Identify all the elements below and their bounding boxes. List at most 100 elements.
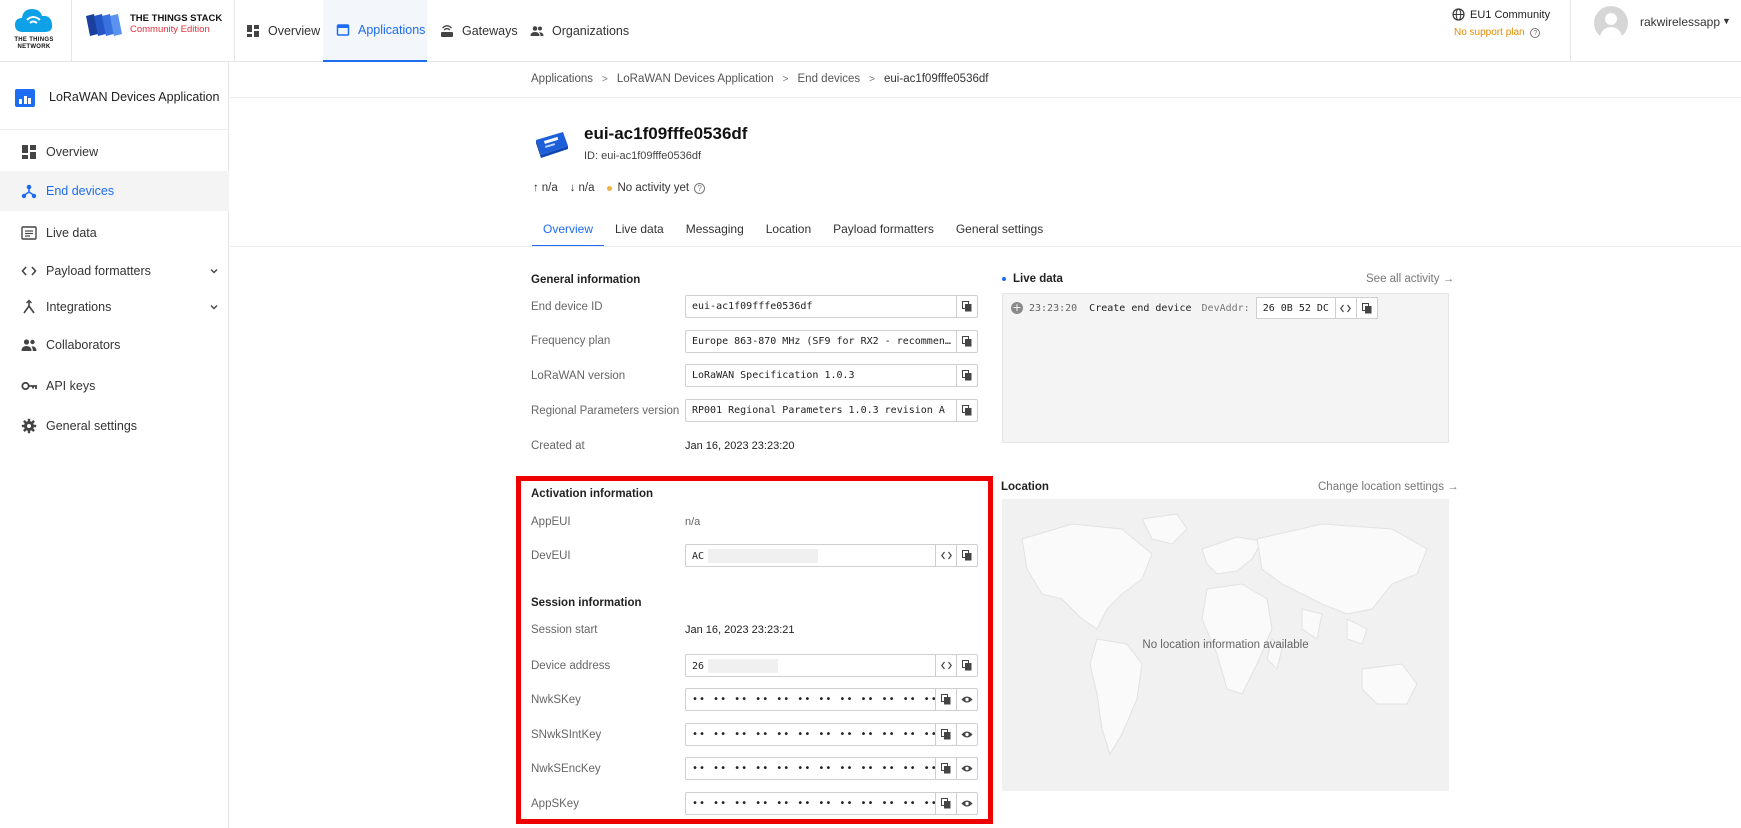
show-value-button[interactable]	[956, 758, 977, 779]
sidebar-item-payload-formatters[interactable]: Payload formatters	[0, 251, 229, 291]
location-title: Location	[1001, 481, 1049, 493]
stack-mark-icon	[86, 14, 122, 36]
tab-overview[interactable]: Overview	[532, 215, 605, 247]
copy-button[interactable]	[956, 365, 977, 386]
divider	[234, 0, 235, 62]
top-bar: THE THINGS NETWORK THE THINGS STACK Commu…	[0, 0, 1741, 62]
device-address-field[interactable]: 26	[685, 654, 978, 677]
session-start-value: Jan 16, 2023 23:23:21	[685, 624, 795, 636]
copy-button[interactable]	[956, 655, 977, 676]
topnav-organizations[interactable]: Organizations	[530, 0, 629, 62]
topnav-gateways-label: Gateways	[462, 24, 518, 38]
deveui-value-wrap: AC	[686, 548, 935, 563]
toggle-format-button[interactable]	[935, 545, 956, 566]
show-value-button[interactable]	[956, 793, 977, 814]
people-icon	[21, 339, 37, 351]
nwksenckey-field[interactable]: •• •• •• •• •• •• •• •• •• •• •• •• •• •…	[685, 757, 978, 780]
sidebar-item-end-devices[interactable]: End devices	[0, 171, 229, 211]
regional-params-value: RP001 Regional Parameters 1.0.3 revision…	[692, 405, 945, 416]
copy-icon	[941, 798, 951, 809]
show-value-button[interactable]	[956, 724, 977, 745]
copy-button[interactable]	[1355, 298, 1377, 318]
lorawan-version-field[interactable]: LoRaWAN Specification 1.0.3	[685, 364, 978, 387]
username[interactable]: rakwirelessapp	[1640, 15, 1720, 29]
status-dot	[606, 185, 612, 191]
support-plan-label: No support plan	[1454, 27, 1525, 38]
chevron-down-icon[interactable]	[209, 266, 219, 276]
devaddr-field[interactable]: 26 0B 52 DC	[1255, 297, 1378, 319]
copy-button[interactable]	[935, 724, 956, 745]
stack-logo[interactable]: THE THINGS STACK Community Edition	[86, 10, 226, 40]
snwksintkey-field[interactable]: •• •• •• •• •• •• •• •• •• •• •• •• •• •…	[685, 723, 978, 746]
sidebar-item-collaborators[interactable]: Collaborators	[0, 325, 229, 365]
device-address-label: Device address	[531, 660, 611, 672]
device-stats: ↑ n/a ↓ n/a No activity yet ?	[533, 182, 706, 194]
sidebar-item-overview[interactable]: Overview	[0, 132, 229, 172]
copy-button[interactable]	[956, 400, 977, 421]
appskey-value: •• •• •• •• •• •• •• •• •• •• •• •• •• •…	[692, 798, 935, 809]
ttn-logo[interactable]: THE THINGS NETWORK	[10, 4, 58, 54]
location-map[interactable]: No location information available	[1002, 499, 1449, 791]
downlink-count: n/a	[578, 182, 595, 194]
dashboard-icon	[247, 25, 259, 37]
created-at-label: Created at	[531, 440, 585, 452]
sidebar-item-live-data[interactable]: Live data	[0, 213, 229, 253]
topnav-overview-label: Overview	[268, 24, 321, 38]
sidebar-item-general-settings[interactable]: General settings	[0, 406, 229, 446]
end-device-id-field[interactable]: eui-ac1f09fffe0536df	[685, 295, 978, 318]
code-icon	[1340, 304, 1352, 312]
cloud-icon	[15, 9, 53, 32]
dashboard-icon	[22, 145, 36, 159]
nwkskey-label: NwkSKey	[531, 694, 581, 706]
deveui-field[interactable]: AC	[685, 544, 978, 567]
toggle-format-button[interactable]	[1334, 298, 1356, 318]
copy-button[interactable]	[935, 758, 956, 779]
show-value-button[interactable]	[956, 689, 977, 710]
sidebar-item-api-keys[interactable]: API keys	[0, 366, 229, 406]
help-icon[interactable]: ?	[694, 182, 706, 194]
divider	[71, 0, 72, 62]
frequency-plan-field[interactable]: Europe 863-870 MHz (SF9 for RX2 - recomm…	[685, 330, 978, 353]
copy-button[interactable]	[956, 331, 977, 352]
tab-live-data[interactable]: Live data	[604, 215, 675, 247]
breadcrumb-end-devices[interactable]: End devices	[798, 73, 861, 85]
cluster-selector[interactable]: EU1 Community	[1452, 8, 1550, 21]
toggle-format-button[interactable]	[935, 655, 956, 676]
live-event-row[interactable]: + 23:23:20 Create end device DevAddr: 26…	[1011, 297, 1378, 319]
copy-button[interactable]	[956, 545, 977, 566]
copy-icon	[941, 694, 951, 705]
devaddr-value: 26 0B 52 DC	[1262, 302, 1329, 314]
sidebar-app-title[interactable]: LoRaWAN Devices Application	[49, 90, 219, 104]
regional-params-field[interactable]: RP001 Regional Parameters 1.0.3 revision…	[685, 399, 978, 422]
divider	[230, 246, 1741, 247]
nwkskey-value: •• •• •• •• •• •• •• •• •• •• •• •• •• •…	[692, 694, 935, 705]
copy-button[interactable]	[956, 296, 977, 317]
avatar[interactable]	[1594, 6, 1628, 40]
breadcrumb-applications[interactable]: Applications	[531, 73, 593, 85]
created-at-value: Jan 16, 2023 23:23:20	[685, 440, 795, 452]
tab-messaging[interactable]: Messaging	[675, 215, 755, 247]
change-location-link[interactable]: Change location settings →	[1318, 481, 1459, 493]
breadcrumb-application[interactable]: LoRaWAN Devices Application	[617, 73, 774, 85]
nwkskey-field[interactable]: •• •• •• •• •• •• •• •• •• •• •• •• •• •…	[685, 688, 978, 711]
see-all-activity-link[interactable]: See all activity →	[1366, 273, 1454, 285]
topnav-overview[interactable]: Overview	[246, 0, 320, 62]
appskey-field[interactable]: •• •• •• •• •• •• •• •• •• •• •• •• •• •…	[685, 792, 978, 815]
chevron-down-icon[interactable]	[209, 302, 219, 312]
topnav-gateways[interactable]: Gateways	[440, 0, 518, 62]
copy-button[interactable]	[935, 793, 956, 814]
support-plan-link[interactable]: No support plan ?	[1454, 27, 1541, 38]
tab-location[interactable]: Location	[755, 215, 822, 247]
application-chart-icon	[15, 89, 35, 107]
code-icon	[940, 661, 952, 670]
ttn-logo-text: THE THINGS NETWORK	[14, 37, 54, 50]
topnav-applications[interactable]: Applications	[323, 0, 427, 62]
copy-button[interactable]	[935, 689, 956, 710]
tab-payload-formatters[interactable]: Payload formatters	[822, 215, 945, 247]
sidebar-item-integrations[interactable]: Integrations	[0, 287, 229, 327]
caret-down-icon[interactable]: ▼	[1722, 16, 1731, 26]
tab-general-settings[interactable]: General settings	[945, 215, 1054, 247]
nwksenckey-value: •• •• •• •• •• •• •• •• •• •• •• •• •• •…	[692, 763, 935, 774]
lorawan-version-value: LoRaWAN Specification 1.0.3	[692, 370, 855, 381]
eye-icon	[961, 731, 973, 738]
